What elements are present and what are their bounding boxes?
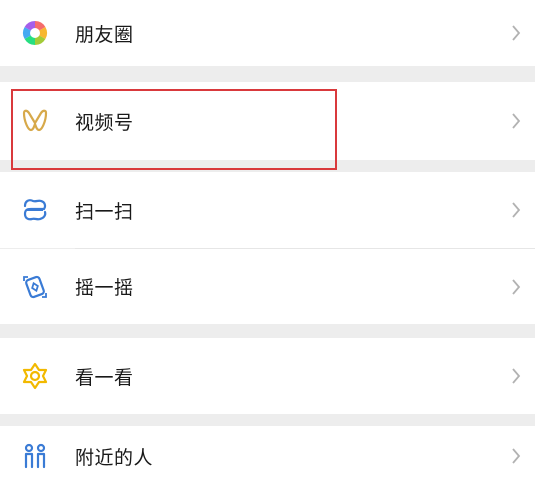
chevron-right-icon xyxy=(512,278,521,295)
menu-item-label: 朋友圈 xyxy=(75,23,134,46)
menu-item-shake[interactable]: 摇一摇 xyxy=(0,249,535,324)
menu-item-label: 看一看 xyxy=(75,366,134,389)
menu-item-channels[interactable]: 视频号 xyxy=(0,82,535,160)
chevron-right-icon xyxy=(512,202,521,218)
menu-item-people-nearby[interactable]: 附近的人 xyxy=(0,426,535,486)
top-stories-icon xyxy=(21,362,49,390)
moments-icon xyxy=(21,19,49,47)
menu-item-moments[interactable]: 朋友圈 xyxy=(0,0,535,66)
scan-icon xyxy=(21,196,49,224)
chevron-right-icon xyxy=(512,113,521,129)
menu-item-label: 视频号 xyxy=(75,111,134,134)
menu-item-label: 扫一扫 xyxy=(75,200,134,223)
chevron-right-icon xyxy=(512,368,521,384)
menu-item-scan[interactable]: 扫一扫 xyxy=(0,172,535,248)
shake-icon xyxy=(21,273,49,301)
people-nearby-icon xyxy=(21,442,49,470)
chevron-right-icon xyxy=(512,25,521,41)
menu-item-top-stories[interactable]: 看一看 xyxy=(0,338,535,414)
menu-item-label: 附近的人 xyxy=(75,446,154,469)
chevron-right-icon xyxy=(512,448,521,464)
channels-icon xyxy=(21,107,49,135)
menu-item-label: 摇一摇 xyxy=(75,277,134,299)
